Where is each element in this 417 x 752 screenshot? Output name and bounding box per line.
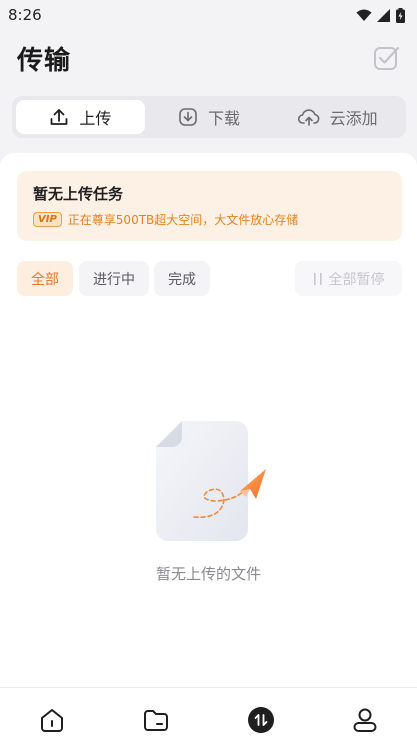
wifi-icon	[356, 9, 372, 21]
nav-home[interactable]	[22, 695, 82, 745]
tab-label: 上传	[79, 109, 112, 128]
checkbox-icon	[374, 46, 400, 70]
pause-icon	[313, 272, 322, 285]
signal-icon	[377, 8, 390, 22]
empty-file-illustration	[155, 421, 266, 541]
profile-icon	[353, 708, 377, 732]
filter-row: 全部 进行中 完成 全部暂停	[17, 261, 402, 297]
bottom-nav	[0, 687, 417, 752]
multi-select-button[interactable]	[372, 44, 400, 72]
pause-all-button[interactable]: 全部暂停	[295, 261, 402, 296]
tab-cloud-add[interactable]: 云添加	[273, 100, 402, 134]
download-icon	[179, 108, 197, 126]
filter-all[interactable]: 全部	[17, 261, 73, 296]
tab-upload[interactable]: 上传	[16, 100, 145, 134]
empty-state: 暂无上传的文件	[0, 421, 417, 584]
tab-download[interactable]: 下载	[145, 100, 274, 134]
main-content: 暂无上传任务 VIP 正在尊享500TB超大空间，大文件放心存储 全部 进行中 …	[0, 153, 417, 687]
vip-banner[interactable]: 暂无上传任务 VIP 正在尊享500TB超大空间，大文件放心存储	[17, 171, 402, 241]
status-bar: 8:26	[0, 0, 417, 30]
header: 传输	[0, 36, 417, 80]
transfer-icon	[247, 707, 274, 733]
home-icon	[41, 709, 64, 732]
pause-all-label: 全部暂停	[328, 271, 385, 288]
upload-icon	[50, 109, 68, 125]
folder-icon	[144, 710, 169, 731]
tab-label: 下载	[208, 109, 241, 128]
cloud-add-icon	[297, 109, 320, 126]
empty-state-text: 暂无上传的文件	[155, 565, 261, 583]
banner-subtitle: 正在尊享500TB超大空间，大文件放心存储	[67, 213, 299, 227]
nav-files[interactable]	[126, 695, 186, 745]
battery-icon	[396, 7, 405, 23]
status-time: 8:26	[8, 6, 42, 24]
banner-title: 暂无上传任务	[33, 185, 124, 203]
nav-profile[interactable]	[335, 695, 395, 745]
filter-in-progress[interactable]: 进行中	[79, 261, 149, 296]
transfer-tabs: 上传 下载 云添加	[12, 96, 406, 138]
tab-label: 云添加	[329, 109, 378, 128]
page-title: 传输	[17, 45, 72, 76]
filter-completed[interactable]: 完成	[154, 261, 210, 296]
nav-transfer[interactable]	[231, 695, 291, 745]
vip-badge: VIP	[33, 212, 62, 227]
